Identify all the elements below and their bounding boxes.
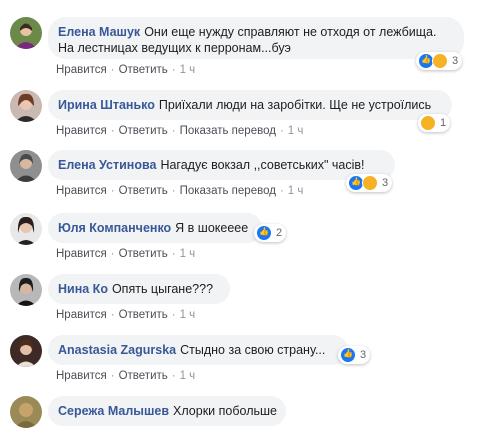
comment-text: Опять цыгане??? xyxy=(111,282,214,296)
avatar[interactable] xyxy=(10,396,42,428)
comment-text: На лестницах ведущих к перронам...буэ xyxy=(58,41,291,55)
reactions-summary[interactable]: 1 xyxy=(418,114,451,132)
reply-link[interactable]: Ответить xyxy=(119,125,168,137)
comment-time[interactable]: 1 ч xyxy=(180,309,196,321)
reaction-count: 1 xyxy=(440,117,447,129)
comment-actions: Нравится · Ответить · Показать перевод · 1 ч xyxy=(56,125,304,137)
avatar[interactable] xyxy=(10,274,42,306)
reply-link[interactable]: Ответить xyxy=(119,185,168,197)
reactions-summary[interactable]: 3 xyxy=(346,174,393,192)
sad-icon xyxy=(432,53,448,69)
comment-bubble: Елена Машук Они еще нужду справляют не от… xyxy=(48,17,464,59)
comment-time[interactable]: 1 ч xyxy=(180,64,196,76)
comment-text: Я в шокееее xyxy=(175,221,249,235)
like-link[interactable]: Нравится xyxy=(56,309,107,321)
comment-author[interactable]: Anastasia Zagurska xyxy=(58,343,176,357)
comment-bubble: Нина Ко Опять цыгане??? xyxy=(48,274,230,304)
comment-actions: Нравится · Ответить · 1 ч xyxy=(56,248,196,260)
comment-actions: Нравится · Ответить · 1 ч xyxy=(56,64,196,76)
like-icon xyxy=(340,347,356,363)
reaction-count: 3 xyxy=(452,55,459,67)
reactions-summary[interactable]: 2 xyxy=(254,224,287,242)
reactions-summary[interactable]: 3 xyxy=(416,52,463,70)
wow-icon xyxy=(362,175,378,191)
comment-actions: Нравится · Ответить · 1 ч xyxy=(56,370,196,382)
comment-bubble: Ирина Штанько Приїхали люди на заробітки.… xyxy=(48,90,452,120)
like-link[interactable]: Нравится xyxy=(56,125,107,137)
reaction-count: 2 xyxy=(276,227,283,239)
comment-text: Нагадує вокзал ,,советських" часів! xyxy=(160,158,365,172)
comment-bubble: Юля Компанченко Я в шокееее xyxy=(48,213,262,243)
comment-author[interactable]: Ирина Штанько xyxy=(58,98,155,112)
comment-time[interactable]: 1 ч xyxy=(180,248,196,260)
translate-link[interactable]: Показать перевод xyxy=(180,185,276,197)
comment-actions: Нравится · Ответить · Показать перевод · 1 ч xyxy=(56,185,304,197)
reaction-count: 3 xyxy=(360,349,367,361)
reply-link[interactable]: Ответить xyxy=(119,248,168,260)
comment-time[interactable]: 1 ч xyxy=(288,185,304,197)
comment-time[interactable]: 1 ч xyxy=(288,125,304,137)
avatar[interactable] xyxy=(10,90,42,122)
reactions-summary[interactable]: 3 xyxy=(338,346,371,364)
comment-bubble: Anastasia Zagurska Стыдно за свою страну.… xyxy=(48,335,348,365)
comment-text: Они еще нужду справляют не отходя от леж… xyxy=(144,25,437,39)
comment-actions: Нравится · Ответить · 1 ч xyxy=(56,309,196,321)
like-link[interactable]: Нравится xyxy=(56,185,107,197)
comment-text: Приїхали люди на заробітки. Ще не устрої… xyxy=(158,98,432,112)
translate-link[interactable]: Показать перевод xyxy=(180,125,276,137)
comment-author[interactable]: Нина Ко xyxy=(58,282,108,296)
reaction-count: 3 xyxy=(382,177,389,189)
comment-author[interactable]: Елена Устинова xyxy=(58,158,156,172)
reply-link[interactable]: Ответить xyxy=(119,64,168,76)
reply-link[interactable]: Ответить xyxy=(119,309,168,321)
comment-text: Хлорки побольше xyxy=(173,404,277,418)
comment-author[interactable]: Елена Машук xyxy=(58,25,140,39)
comment-bubble: Елена Устинова Нагадує вокзал ,,советськи… xyxy=(48,150,395,180)
reply-link[interactable]: Ответить xyxy=(119,370,168,382)
comment-time[interactable]: 1 ч xyxy=(180,370,196,382)
avatar[interactable] xyxy=(10,150,42,182)
like-link[interactable]: Нравится xyxy=(56,248,107,260)
comment-text: Стыдно за свою страну... xyxy=(180,343,326,357)
avatar[interactable] xyxy=(10,335,42,367)
like-link[interactable]: Нравится xyxy=(56,370,107,382)
like-icon xyxy=(256,225,272,241)
comment-author[interactable]: Юля Компанченко xyxy=(58,221,171,235)
avatar[interactable] xyxy=(10,213,42,245)
comment-author[interactable]: Сережа Малышев xyxy=(58,404,169,418)
comment-bubble: Сережа Малышев Хлорки побольше xyxy=(48,396,286,426)
avatar[interactable] xyxy=(10,17,42,49)
like-link[interactable]: Нравится xyxy=(56,64,107,76)
haha-icon xyxy=(420,115,436,131)
